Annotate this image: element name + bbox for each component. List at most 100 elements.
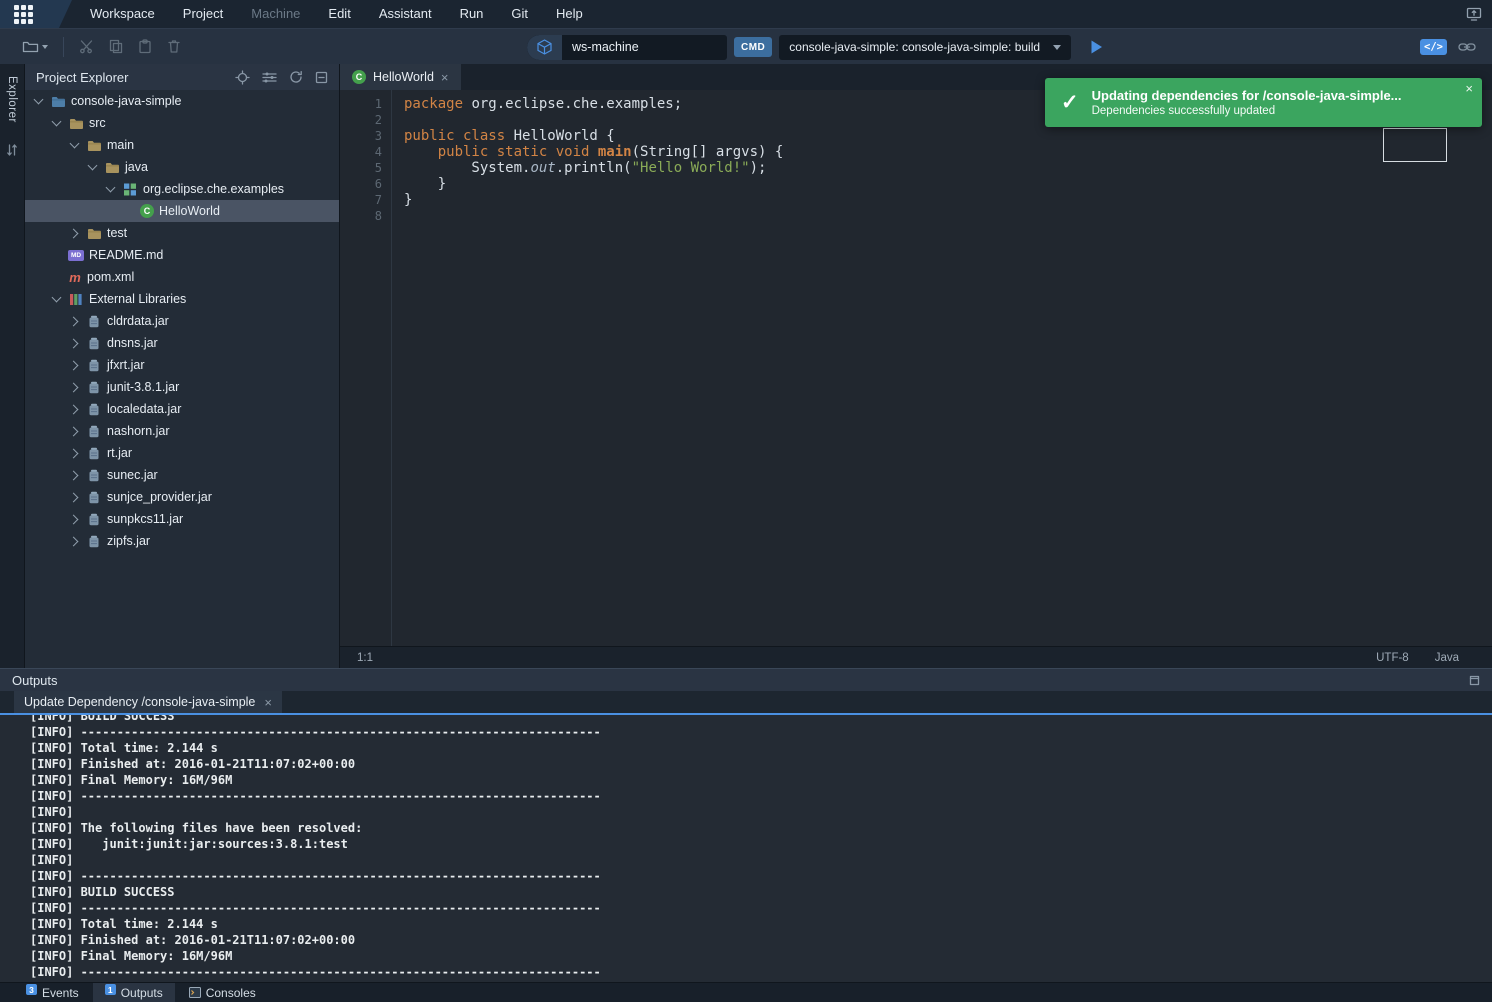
scroll-from-source-icon[interactable]	[235, 70, 250, 85]
tree-item-java[interactable]: java	[25, 156, 339, 178]
tree-item-label: sunjce_provider.jar	[107, 490, 212, 504]
close-output-tab-icon[interactable]: ×	[264, 696, 272, 709]
console-output[interactable]: [INFO] BUILD SUCCESS [INFO] -------------…	[0, 715, 1492, 982]
tree-item-test[interactable]: test	[25, 222, 339, 244]
code-editor[interactable]: 12345678 package org.eclipse.che.example…	[340, 90, 1492, 646]
collapse-all-icon[interactable]	[315, 71, 328, 84]
explorer-part-tab[interactable]: Explorer	[6, 76, 18, 123]
chevron-right-icon[interactable]	[67, 318, 81, 325]
tree-item-src[interactable]: src	[25, 112, 339, 134]
menu-run[interactable]: Run	[446, 0, 498, 28]
tree-item-label: sunec.jar	[107, 468, 158, 482]
console-line: [INFO] ---------------------------------…	[30, 788, 1492, 804]
editor-tab-helloworld[interactable]: C HelloWorld ×	[340, 64, 461, 90]
machine-selector[interactable]: ws-machine	[527, 35, 727, 60]
jar-icon	[86, 425, 102, 438]
bottom-tab-events[interactable]: 3Events	[14, 983, 91, 1002]
delete-icon[interactable]	[167, 39, 181, 54]
tree-item-label: README.md	[89, 248, 163, 262]
tree-item-sunjce-provider-jar[interactable]: sunjce_provider.jar	[25, 486, 339, 508]
copy-icon[interactable]	[109, 39, 123, 54]
chevron-right-icon[interactable]	[67, 406, 81, 413]
console-line: [INFO] ---------------------------------…	[30, 964, 1492, 980]
chevron-right-icon[interactable]	[67, 428, 81, 435]
tree-item-external-libraries[interactable]: External Libraries	[25, 288, 339, 310]
compare-arrows-icon[interactable]	[6, 143, 18, 157]
chevron-right-icon[interactable]	[67, 230, 81, 237]
tree-item-org-eclipse-che-examples[interactable]: org.eclipse.che.examples	[25, 178, 339, 200]
close-tab-icon[interactable]: ×	[441, 71, 449, 84]
bottom-tab-outputs[interactable]: 1Outputs	[93, 983, 175, 1002]
tree-item-console-java-simple[interactable]: console-java-simple	[25, 90, 339, 112]
code-line: public class HelloWorld {	[404, 128, 1492, 144]
jar-icon	[86, 315, 102, 328]
tree-item-jfxrt-jar[interactable]: jfxrt.jar	[25, 354, 339, 376]
link-icon[interactable]	[1458, 41, 1476, 53]
run-command-button[interactable]	[1090, 39, 1103, 55]
new-project-button[interactable]	[22, 39, 48, 54]
menu-assistant[interactable]: Assistant	[365, 0, 446, 28]
console-line: [INFO] BUILD SUCCESS	[30, 715, 1492, 724]
filter-settings-icon[interactable]	[262, 71, 277, 84]
bottom-tab-consoles[interactable]: Consoles	[177, 983, 268, 1002]
menu-bar: WorkspaceProjectMachineEditAssistantRunG…	[0, 0, 1492, 28]
chevron-right-icon[interactable]	[67, 494, 81, 501]
tree-item-nashorn-jar[interactable]: nashorn.jar	[25, 420, 339, 442]
chevron-down-icon[interactable]	[103, 187, 117, 191]
close-notification-icon[interactable]: ×	[1465, 81, 1473, 96]
tree-item-main[interactable]: main	[25, 134, 339, 156]
preview-code-button[interactable]: </>	[1420, 39, 1447, 55]
command-selector[interactable]: console-java-simple: console-java-simple…	[779, 35, 1071, 60]
tree-item-zipfs-jar[interactable]: zipfs.jar	[25, 530, 339, 552]
tree-item-sunec-jar[interactable]: sunec.jar	[25, 464, 339, 486]
cut-icon[interactable]	[79, 39, 94, 54]
jar-icon	[86, 513, 102, 526]
overview-ruler-box	[1383, 128, 1447, 162]
tree-item-dnsns-jar[interactable]: dnsns.jar	[25, 332, 339, 354]
chevron-down-icon[interactable]	[67, 143, 81, 147]
tree-item-localedata-jar[interactable]: localedata.jar	[25, 398, 339, 420]
menu-project[interactable]: Project	[169, 0, 237, 28]
chevron-right-icon[interactable]	[67, 472, 81, 479]
chevron-right-icon[interactable]	[67, 384, 81, 391]
refresh-icon[interactable]	[289, 70, 303, 84]
output-tab-update-dependency[interactable]: Update Dependency /console-java-simple ×	[14, 691, 282, 713]
menu-help[interactable]: Help	[542, 0, 597, 28]
tree-item-sunpkcs11-jar[interactable]: sunpkcs11.jar	[25, 508, 339, 530]
tree-item-cldrdata-jar[interactable]: cldrdata.jar	[25, 310, 339, 332]
che-logo[interactable]	[0, 0, 72, 28]
menu-workspace[interactable]: Workspace	[76, 0, 169, 28]
chevron-down-icon	[1053, 45, 1061, 50]
maximize-panel-icon[interactable]	[1469, 675, 1480, 686]
tree-item-rt-jar[interactable]: rt.jar	[25, 442, 339, 464]
chevron-right-icon[interactable]	[67, 538, 81, 545]
menu-git[interactable]: Git	[497, 0, 542, 28]
project-explorer-header: Project Explorer	[25, 64, 339, 90]
chevron-down-icon[interactable]	[49, 297, 63, 301]
check-icon: ✓	[1061, 90, 1079, 115]
tree-item-pom-xml[interactable]: mpom.xml	[25, 266, 339, 288]
tree-item-helloworld[interactable]: CHelloWorld	[25, 200, 339, 222]
tree-item-readme-md[interactable]: MDREADME.md	[25, 244, 339, 266]
bottom-part-bar: 3Events1OutputsConsoles	[0, 982, 1492, 1002]
chevron-right-icon[interactable]	[67, 340, 81, 347]
console-line: [INFO]	[30, 804, 1492, 820]
toolbar-right-group: </>	[1420, 39, 1492, 55]
folder-icon	[86, 227, 102, 240]
chevron-right-icon[interactable]	[67, 450, 81, 457]
chevron-down-icon[interactable]	[31, 99, 45, 103]
chevron-right-icon[interactable]	[67, 516, 81, 523]
menu-machine[interactable]: Machine	[237, 0, 314, 28]
libraries-icon	[68, 293, 84, 306]
toolbar-separator	[63, 37, 64, 57]
chevron-right-icon[interactable]	[67, 362, 81, 369]
paste-icon[interactable]	[138, 39, 152, 54]
chevron-down-icon[interactable]	[85, 165, 99, 169]
tree-item-label: main	[107, 138, 134, 152]
editor-status-bar: 1:1 UTF-8 Java	[340, 646, 1492, 668]
command-selector-value: console-java-simple: console-java-simple…	[789, 40, 1040, 54]
share-workspace-icon[interactable]	[1466, 7, 1482, 21]
tree-item-junit-3-8-1-jar[interactable]: junit-3.8.1.jar	[25, 376, 339, 398]
chevron-down-icon[interactable]	[49, 121, 63, 125]
menu-edit[interactable]: Edit	[314, 0, 364, 28]
